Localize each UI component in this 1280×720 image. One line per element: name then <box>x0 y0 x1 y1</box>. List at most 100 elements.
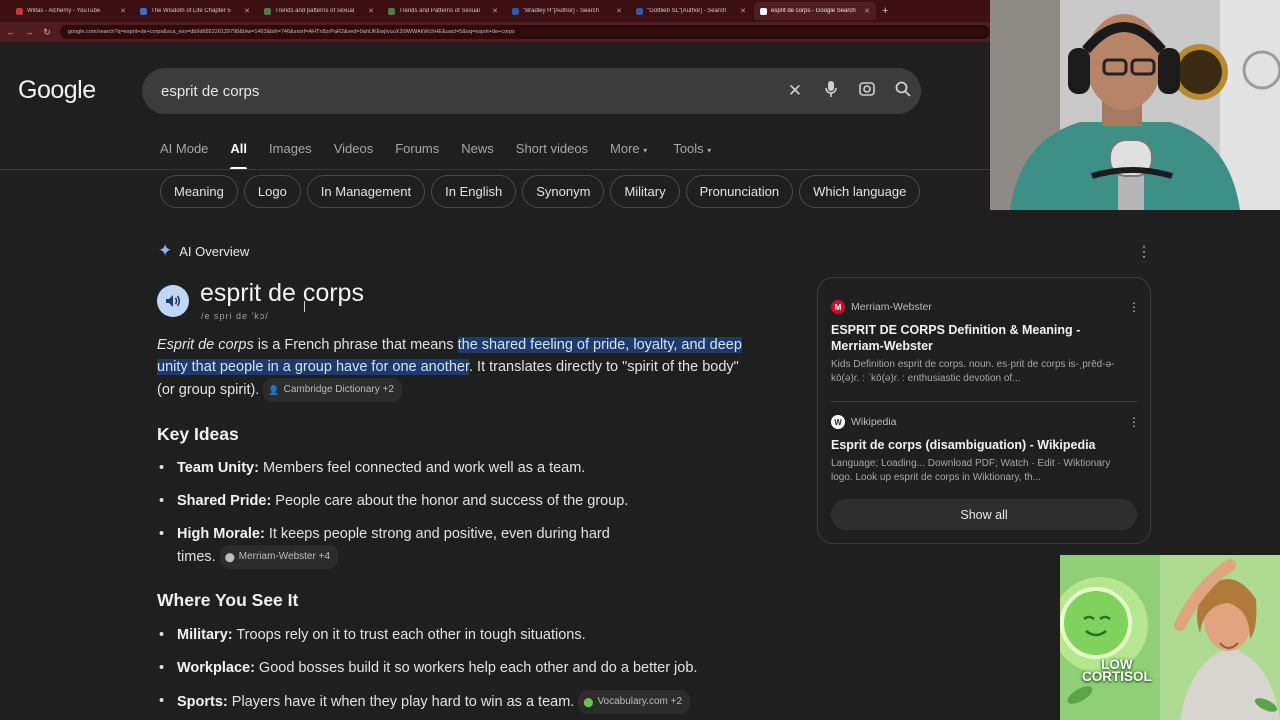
chevron-down-icon: ▾ <box>643 146 648 155</box>
citation-chip[interactable]: ⬤ Merriam-Webster +4 <box>219 545 339 569</box>
citation-label: Cambridge Dictionary +2 <box>283 384 394 395</box>
citation-chip[interactable]: 👤 Cambridge Dictionary +2 <box>263 378 402 402</box>
tab-images[interactable]: Images <box>269 140 312 170</box>
show-all-button[interactable]: Show all <box>831 499 1137 530</box>
definition-term: esprit de corps <box>200 279 364 307</box>
where-heading: Where You See It <box>157 590 299 610</box>
tab-forums[interactable]: Forums <box>395 140 439 170</box>
ai-overview-label: AI Overview <box>179 243 250 259</box>
forward-icon[interactable]: → <box>24 27 34 37</box>
item-term: Sports: <box>177 693 228 710</box>
item-text: Members feel connected and work well as … <box>258 460 586 476</box>
clear-icon[interactable]: ✕ <box>777 81 813 101</box>
page-favicon-icon <box>264 7 271 15</box>
thumbnail-line-2: CORTISOL <box>1082 669 1152 684</box>
more-options-icon[interactable]: ⋮ <box>1128 300 1140 314</box>
chip-pronunciation[interactable]: Pronunciation <box>685 175 794 208</box>
close-tab-icon[interactable]: ✕ <box>492 7 498 15</box>
source-card[interactable]: W Wikipedia Esprit de corps (disambiguat… <box>831 415 1140 485</box>
more-options-icon[interactable]: ⋮ <box>1137 243 1151 260</box>
close-tab-icon[interactable]: ✕ <box>120 7 126 15</box>
search-tabs: AI Mode All Images Videos Forums News Sh… <box>160 140 733 170</box>
browser-tab[interactable]: "Gottlieb SL"[Author] - Search ✕ <box>630 2 752 20</box>
pubmed-favicon-icon <box>636 7 643 15</box>
intro-mid: is a French phrase that means <box>253 337 458 353</box>
address-bar: ← → ↻ google.com/search?q=esprit+de+corp… <box>0 22 990 42</box>
close-tab-icon[interactable]: ✕ <box>740 7 746 15</box>
search-box[interactable]: esprit de corps ✕ <box>142 68 921 114</box>
list-item: Sports: Players have it when they play h… <box>157 690 777 714</box>
chip-in-english[interactable]: In English <box>431 175 517 208</box>
chip-military[interactable]: Military <box>610 175 680 208</box>
source-site-name: Merriam-Webster <box>851 301 932 313</box>
more-options-icon[interactable]: ⋮ <box>1128 415 1140 429</box>
chip-in-management[interactable]: In Management <box>306 175 426 208</box>
browser-tab[interactable]: "Bradley H"[Author] - Search ✕ <box>506 2 628 20</box>
pubmed-favicon-icon <box>512 7 519 15</box>
list-item: Workplace: Good bosses build it so worke… <box>157 657 777 679</box>
tab-more[interactable]: More ▾ <box>610 140 647 170</box>
refinement-chips: Meaning Logo In Management In English Sy… <box>160 175 921 208</box>
url-field[interactable]: google.com/search?q=esprit+de+corps&sca_… <box>60 25 990 39</box>
tab-all[interactable]: All <box>230 140 247 170</box>
item-text: Good bosses build it so workers help eac… <box>254 660 698 676</box>
sources-panel: M Merriam-Webster ESPRIT DE CORPS Defini… <box>817 277 1151 544</box>
browser-tab-bar: Wiltas - Alchemy - YouTube ✕ The Wisdom o… <box>0 0 990 22</box>
tab-ai-mode[interactable]: AI Mode <box>160 140 208 170</box>
browser-tab-active[interactable]: esprit de corps - Google Search ✕ <box>754 2 876 20</box>
chip-which-language[interactable]: Which language <box>799 175 921 208</box>
chip-meaning[interactable]: Meaning <box>160 175 238 208</box>
list-item: Military: Troops rely on it to trust eac… <box>157 624 777 646</box>
item-text: Players have it when they play hard to w… <box>227 693 575 710</box>
voice-search-icon[interactable] <box>813 80 849 103</box>
close-tab-icon[interactable]: ✕ <box>244 7 250 15</box>
source-title[interactable]: ESPRIT DE CORPS Definition & Meaning - M… <box>831 322 1131 354</box>
thumbnail-text: LOW CORTISOL <box>1082 658 1152 684</box>
source-site-name: Wikipedia <box>851 416 897 428</box>
item-term: Workplace: <box>177 660 255 676</box>
tab-videos[interactable]: Videos <box>334 140 374 170</box>
tab-tools[interactable]: Tools ▾ <box>673 140 711 170</box>
item-term: Military: <box>177 627 233 643</box>
list-item: Team Unity: Members feel connected and w… <box>157 457 757 479</box>
back-icon[interactable]: ← <box>6 27 16 37</box>
tab-short-videos[interactable]: Short videos <box>516 140 588 170</box>
page-favicon-icon <box>140 7 147 15</box>
tab-title: esprit de corps - Google Search <box>771 8 856 14</box>
browser-tab[interactable]: Wiltas - Alchemy - YouTube ✕ <box>10 2 132 20</box>
google-logo[interactable]: Google <box>18 76 96 105</box>
chip-logo[interactable]: Logo <box>243 175 301 208</box>
sparkle-icon: ✦ <box>158 241 173 260</box>
citation-chip[interactable]: ⬤ Vocabulary.com +2 <box>578 690 691 714</box>
webcam-person-image <box>990 0 1280 210</box>
source-snippet: Kids Definition esprit de corps. noun. e… <box>831 359 1115 384</box>
close-tab-icon[interactable]: ✕ <box>864 7 870 15</box>
chip-synonym[interactable]: Synonym <box>522 175 605 208</box>
browser-tab[interactable]: Trends and patterns of sexual ✕ <box>258 2 380 20</box>
close-tab-icon[interactable]: ✕ <box>368 7 374 15</box>
search-icon[interactable] <box>885 80 921 103</box>
where-list: Military: Troops rely on it to trust eac… <box>157 624 777 720</box>
source-divider <box>831 401 1137 402</box>
new-tab-icon[interactable]: + <box>882 5 888 17</box>
browser-tab[interactable]: The Wisdom of Life Chapter 5 ✕ <box>134 2 256 20</box>
key-ideas-list: Team Unity: Members feel connected and w… <box>157 457 757 580</box>
item-term: High Morale: <box>177 526 265 542</box>
page-favicon-icon <box>388 7 395 15</box>
tab-news[interactable]: News <box>461 140 494 170</box>
lens-search-icon[interactable] <box>849 80 885 103</box>
source-title[interactable]: Esprit de corps (disambiguation) - Wikip… <box>831 437 1131 453</box>
tab-title: "Gottlieb SL"[Author] - Search <box>647 8 727 14</box>
list-item: High Morale: It keeps people strong and … <box>157 523 637 569</box>
speaker-icon[interactable] <box>157 285 189 317</box>
search-input[interactable]: esprit de corps <box>161 83 777 100</box>
header-divider <box>0 169 990 170</box>
reload-icon[interactable]: ↻ <box>42 27 52 38</box>
close-tab-icon[interactable]: ✕ <box>616 7 622 15</box>
item-term: Team Unity: <box>177 460 259 476</box>
thumbnail-image <box>1060 555 1280 720</box>
source-card[interactable]: M Merriam-Webster ESPRIT DE CORPS Defini… <box>831 300 1140 386</box>
browser-tab[interactable]: Trends and Patterns of Sexual ✕ <box>382 2 504 20</box>
text-cursor <box>304 301 305 312</box>
thumbnail-overlay: LOW CORTISOL <box>1060 555 1280 720</box>
